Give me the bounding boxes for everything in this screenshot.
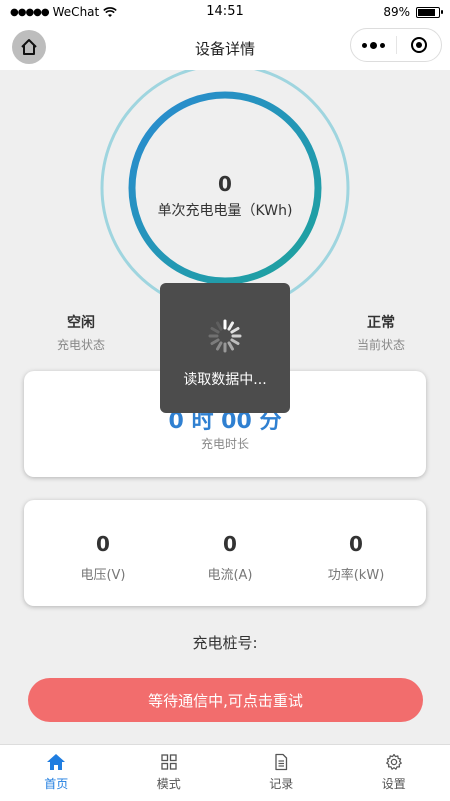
power-metric: 0 功率(kW) xyxy=(301,532,411,583)
nav-bar: 设备详情 xyxy=(0,26,450,70)
battery-percent: 89% xyxy=(383,5,410,19)
energy-gauge: 0 单次充电电量（KWh) xyxy=(99,70,351,310)
gauge-value: 0 xyxy=(99,172,351,196)
status-right: 89% xyxy=(383,5,440,19)
more-button[interactable] xyxy=(351,42,396,49)
more-dot-icon xyxy=(362,43,367,48)
battery-fill xyxy=(418,9,435,16)
current-metric: 0 电流(A) xyxy=(175,532,285,583)
gauge-label: 单次充电电量（KWh) xyxy=(99,200,351,220)
current-label: 电流(A) xyxy=(175,564,285,583)
status-bar: ●●●●● WeChat 14:51 89% xyxy=(0,0,450,26)
voltage-value: 0 xyxy=(48,532,158,556)
current-status-label: 当前状态 xyxy=(336,336,426,353)
power-value: 0 xyxy=(301,532,411,556)
charge-status-label: 充电状态 xyxy=(36,336,126,353)
tab-records[interactable]: 记录 xyxy=(225,745,338,801)
battery-icon xyxy=(416,7,440,18)
home-icon xyxy=(46,753,66,771)
tab-records-label: 记录 xyxy=(269,775,293,792)
duration-label: 充电时长 xyxy=(24,435,426,452)
tab-home-label: 首页 xyxy=(44,775,68,792)
tab-bar: 首页 模式 记录 设置 xyxy=(0,744,450,801)
charge-status-value: 空闲 xyxy=(36,312,126,332)
pile-number-label: 充电桩号: xyxy=(0,632,450,653)
close-miniprogram-button[interactable] xyxy=(397,37,442,53)
document-icon xyxy=(272,753,290,771)
retry-button[interactable]: 等待通信中,可点击重试 xyxy=(28,678,423,722)
tab-mode-label: 模式 xyxy=(157,775,181,792)
current-status-value: 正常 xyxy=(336,312,426,332)
toast-text: 读取数据中... xyxy=(160,369,290,389)
grid-icon xyxy=(160,753,178,771)
more-dot-icon xyxy=(370,42,377,49)
loading-toast: 读取数据中... xyxy=(160,283,290,413)
tab-home[interactable]: 首页 xyxy=(0,745,113,801)
tab-mode[interactable]: 模式 xyxy=(113,745,226,801)
charge-status: 空闲 充电状态 xyxy=(36,312,126,353)
voltage-label: 电压(V) xyxy=(48,564,158,583)
power-label: 功率(kW) xyxy=(301,564,411,583)
target-icon xyxy=(411,37,427,53)
metrics-card: 0 电压(V) 0 电流(A) 0 功率(kW) xyxy=(24,500,426,606)
current-status: 正常 当前状态 xyxy=(336,312,426,353)
tab-settings-label: 设置 xyxy=(382,775,406,792)
voltage-metric: 0 电压(V) xyxy=(48,532,158,583)
capsule-menu xyxy=(350,28,442,62)
more-dot-icon xyxy=(380,43,385,48)
loading-spinner-icon xyxy=(208,319,242,353)
gear-icon xyxy=(385,753,403,771)
current-value: 0 xyxy=(175,532,285,556)
tab-settings[interactable]: 设置 xyxy=(338,745,450,801)
